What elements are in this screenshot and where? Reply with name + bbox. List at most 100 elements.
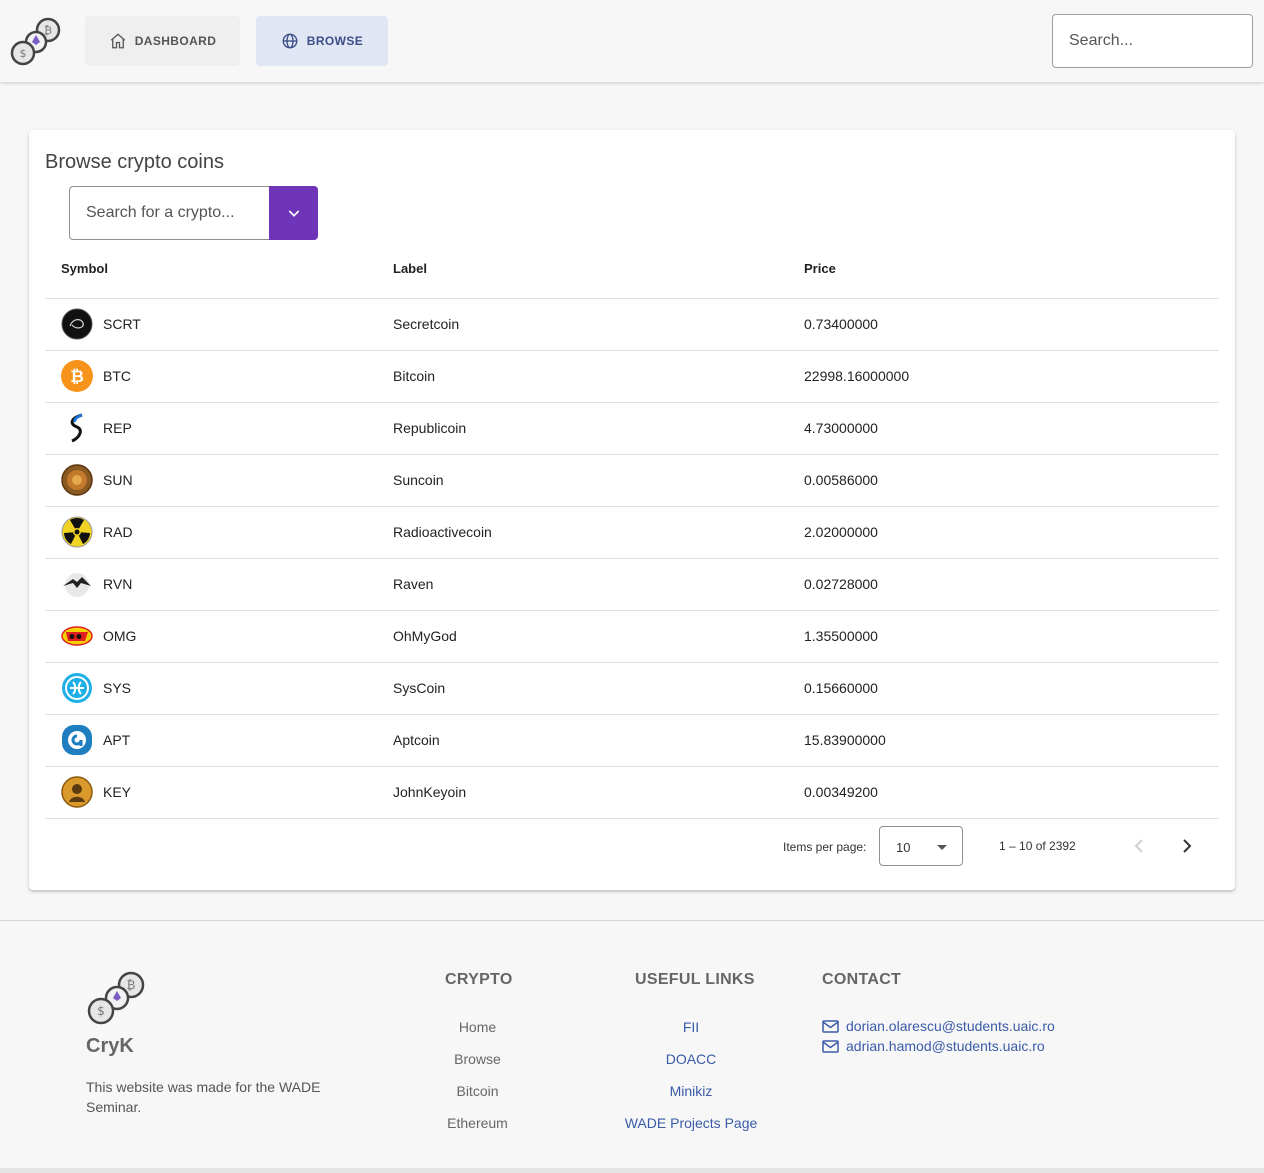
footer-logo-icon: ₿ $ [87, 971, 145, 1025]
coin-label: Bitcoin [393, 350, 804, 403]
coin-symbol: SCRT [103, 316, 141, 332]
chevron-down-icon [288, 210, 299, 217]
footer-link-minikiz[interactable]: Minikiz [600, 1083, 782, 1099]
coin-price: 0.73400000 [804, 298, 1219, 351]
table-row[interactable]: SYS SysCoin 0.15660000 [45, 662, 1219, 715]
cryk-logo-icon[interactable]: ₿ $ [10, 16, 62, 66]
footer-link-ethereum[interactable]: Ethereum [420, 1115, 535, 1131]
table-row[interactable]: APT Aptcoin 15.83900000 [45, 714, 1219, 767]
svg-text:₿: ₿ [44, 24, 52, 37]
footer-brand: CryK [86, 1035, 134, 1057]
footer-link-home[interactable]: Home [420, 1019, 535, 1035]
caret-down-icon [937, 845, 947, 850]
footer-link-browse[interactable]: Browse [420, 1051, 535, 1067]
table-row[interactable]: OMG OhMyGod 1.35500000 [45, 610, 1219, 663]
page-title: Browse crypto coins [45, 151, 224, 173]
coin-symbol: OMG [103, 628, 137, 644]
coin-price: 0.15660000 [804, 662, 1219, 715]
nav-dashboard-label: DASHBOARD [134, 34, 217, 48]
top-navbar: ₿ $ DASHBOARD BROWSE [0, 0, 1264, 82]
nav-browse-button[interactable]: BROWSE [256, 16, 388, 66]
column-header-price[interactable]: Price [804, 240, 1219, 299]
coin-price: 2.02000000 [804, 506, 1219, 559]
coin-symbol: REP [103, 420, 132, 436]
footer-link-bitcoin[interactable]: Bitcoin [420, 1083, 535, 1099]
johnkeyoin-icon [61, 776, 93, 808]
footer-divider [0, 920, 1264, 921]
raven-icon [63, 573, 91, 597]
republicoin-icon [70, 413, 83, 443]
footer-contact-title: CONTACT [822, 971, 902, 988]
browse-card: Browse crypto coins Symbol Label Price S… [29, 130, 1235, 890]
coin-label: Raven [393, 558, 804, 611]
globe-icon [282, 33, 298, 49]
secretcoin-icon [61, 308, 93, 340]
coin-price: 0.00586000 [804, 454, 1219, 507]
table-row[interactable]: REP Republicoin 4.73000000 [45, 402, 1219, 455]
coin-symbol: BTC [103, 368, 131, 384]
crypto-dropdown-button[interactable] [269, 186, 318, 240]
table-row[interactable]: SUN Suncoin 0.00586000 [45, 454, 1219, 507]
coin-symbol: APT [103, 732, 131, 748]
contact-email-2[interactable]: adrian.hamod@students.uaic.ro [822, 1038, 1045, 1054]
coin-symbol: RVN [103, 576, 133, 592]
table-row[interactable]: KEY JohnKeyoin 0.00349200 [45, 766, 1219, 819]
footer-link-wade-projects[interactable]: WADE Projects Page [600, 1115, 782, 1131]
page-range-label: 1 – 10 of 2392 [999, 839, 1076, 853]
bottom-strip [0, 1168, 1264, 1173]
column-header-symbol[interactable]: Symbol [45, 240, 393, 299]
footer-crypto-title: CRYPTO [445, 971, 513, 988]
footer-link-doacc[interactable]: DOACC [600, 1051, 782, 1067]
coin-price: 1.35500000 [804, 610, 1219, 663]
coin-label: Aptcoin [393, 714, 804, 767]
header-search-input[interactable] [1052, 14, 1253, 68]
svg-text:$: $ [20, 47, 27, 60]
coin-label: SysCoin [393, 662, 804, 715]
nav-dashboard-button[interactable]: DASHBOARD [85, 16, 240, 66]
table-row[interactable]: RVN Raven 0.02728000 [45, 558, 1219, 611]
table-row[interactable]: SCRT Secretcoin 0.73400000 [45, 298, 1219, 351]
coin-label: Radioactivecoin [393, 506, 804, 559]
footer-about-text: This website was made for the WADE Semin… [86, 1079, 321, 1115]
aptcoin-icon [62, 725, 92, 755]
footer-useful-links-title: USEFUL LINKS [635, 971, 755, 988]
radioactive-icon [61, 516, 93, 548]
svg-text:₿: ₿ [127, 978, 136, 992]
contact-email-text: adrian.hamod@students.uaic.ro [846, 1038, 1045, 1054]
suncoin-icon [61, 464, 93, 496]
bitcoin-icon: ₿ [61, 360, 93, 392]
coin-price: 0.00349200 [804, 766, 1219, 819]
table-row[interactable]: ₿ BTC Bitcoin 22998.16000000 [45, 350, 1219, 403]
syscoin-icon [62, 673, 92, 703]
coin-symbol: SUN [103, 472, 133, 488]
coin-symbol: KEY [103, 784, 132, 800]
paginator: Items per page: 10 1 – 10 of 2392 [29, 826, 1235, 866]
items-per-page-label: Items per page: [783, 840, 867, 854]
page-size-select[interactable]: 10 [879, 826, 963, 866]
coin-price: 22998.16000000 [804, 350, 1219, 403]
nav-browse-label: BROWSE [306, 34, 364, 48]
svg-text:$: $ [97, 1004, 105, 1018]
coin-label: JohnKeyoin [393, 766, 804, 819]
next-page-icon[interactable] [1175, 834, 1199, 858]
table-header-row: Symbol Label Price [45, 240, 1219, 299]
mail-icon [822, 1019, 839, 1033]
footer-link-fii[interactable]: FII [600, 1019, 782, 1035]
page-size-value: 10 [896, 840, 911, 855]
omg-icon [61, 626, 93, 646]
coins-table: Symbol Label Price SCRT Secretcoin 0.734… [45, 240, 1219, 819]
previous-page-icon[interactable] [1127, 834, 1151, 858]
coin-price: 0.02728000 [804, 558, 1219, 611]
coin-price: 4.73000000 [804, 402, 1219, 455]
contact-email-1[interactable]: dorian.olarescu@students.uaic.ro [822, 1018, 1055, 1034]
home-icon [110, 33, 125, 49]
coin-price: 15.83900000 [804, 714, 1219, 767]
svg-text:₿: ₿ [70, 367, 84, 387]
table-row[interactable]: RAD Radioactivecoin 2.02000000 [45, 506, 1219, 559]
column-header-label[interactable]: Label [393, 240, 804, 299]
coin-symbol: RAD [103, 524, 133, 540]
coin-label: OhMyGod [393, 610, 804, 663]
coin-label: Suncoin [393, 454, 804, 507]
crypto-search-input[interactable] [69, 186, 270, 240]
mail-icon [822, 1039, 839, 1053]
